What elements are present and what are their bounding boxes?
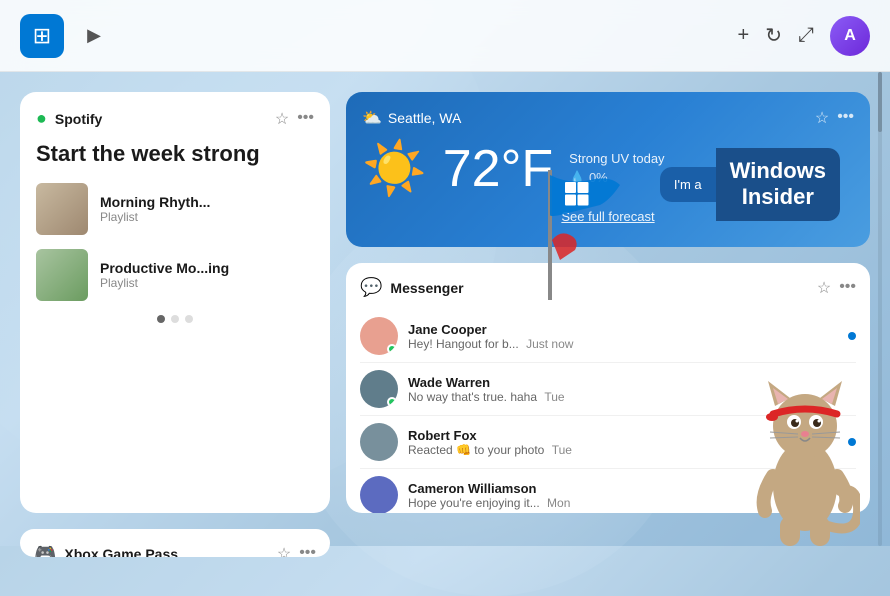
playlist-info-1: Morning Rhyth... Playlist: [100, 194, 210, 224]
spotify-pin-icon[interactable]: ☆: [275, 109, 289, 129]
xbox-header: 🎮 Xbox Game Pass ☆ •••: [34, 543, 316, 557]
playlist-thumb-bg-2: [36, 249, 88, 301]
weather-city: Seattle, WA: [388, 110, 461, 126]
spotify-title-row: ● Spotify: [36, 108, 102, 129]
spotify-icon: ●: [36, 108, 47, 129]
xbox-title-row: 🎮 Xbox Game Pass: [34, 543, 178, 557]
spotify-app-name: Spotify: [55, 111, 102, 127]
spotify-carousel-dots: [36, 315, 314, 323]
top-bar-right: + ↻ ⤢ A: [738, 16, 870, 56]
avatar[interactable]: A: [830, 16, 870, 56]
messenger-actions: ☆ •••: [817, 278, 856, 298]
messenger-title: Messenger: [390, 280, 463, 296]
refresh-button[interactable]: ↻: [765, 23, 782, 48]
cat-mascot-container: [750, 326, 860, 546]
playlist-thumb-1: [36, 183, 88, 235]
xbox-widget: 🎮 Xbox Game Pass ☆ ••• Recently added HA…: [20, 529, 330, 557]
xbox-app-name: Xbox Game Pass: [64, 546, 178, 558]
playlist-type-1: Playlist: [100, 210, 210, 224]
dot-3[interactable]: [185, 315, 193, 323]
playlist-item-2[interactable]: Productive Mo...ing Playlist: [36, 249, 314, 301]
contact-avatar-2: [360, 370, 398, 408]
spotify-more-icon[interactable]: •••: [297, 109, 314, 129]
cat-mascot-svg: [750, 326, 860, 546]
im-a-text: I'm a: [660, 167, 716, 202]
playlist-name-1: Morning Rhyth...: [100, 194, 210, 210]
contact-avatar-3: [360, 423, 398, 461]
add-button[interactable]: +: [738, 24, 750, 47]
home-button[interactable]: ⊞: [20, 14, 64, 58]
scrollbar-thumb[interactable]: [878, 72, 882, 132]
messenger-more-icon[interactable]: •••: [839, 278, 856, 298]
playlist-type-2: Playlist: [100, 276, 229, 290]
weather-more-icon[interactable]: •••: [837, 108, 854, 128]
spotify-widget: ● Spotify ☆ ••• Start the week strong Mo…: [20, 92, 330, 513]
scrollbar-track: [878, 72, 882, 546]
messenger-pin-icon[interactable]: ☆: [817, 278, 831, 298]
windows-insider-box: Windows Insider: [716, 148, 840, 221]
messenger-title-row: 💬 Messenger: [360, 277, 464, 298]
location-icon: ⛅: [362, 108, 382, 128]
weather-actions: ☆ •••: [815, 108, 854, 128]
weather-sun-icon: ☀️: [362, 138, 427, 199]
insider-badge: I'm a Windows Insider: [660, 148, 840, 221]
weather-header: ⛅ Seattle, WA ☆ •••: [362, 108, 854, 128]
playlist-thumb-2: [36, 249, 88, 301]
avatar-initial: A: [844, 27, 856, 45]
contact-avatar-4: [360, 476, 398, 513]
top-bar: ⊞ ▶ + ↻ ⤢ A: [0, 0, 890, 72]
windows-flag-svg: [490, 160, 630, 300]
online-indicator-2: [387, 397, 397, 407]
windows-flag-overlay: [490, 160, 630, 305]
windows-insider-title-2: Insider: [730, 184, 826, 210]
dot-2[interactable]: [171, 315, 179, 323]
spotify-header: ● Spotify ☆ •••: [36, 108, 314, 129]
expand-button[interactable]: ⤢: [798, 24, 814, 47]
online-indicator-1: [387, 344, 397, 354]
playlist-thumb-bg-1: [36, 183, 88, 235]
weather-pin-icon[interactable]: ☆: [815, 108, 829, 128]
home-icon: ⊞: [33, 23, 51, 49]
playlist-item-1[interactable]: Morning Rhyth... Playlist: [36, 183, 314, 235]
messenger-icon: 💬: [360, 277, 382, 298]
xbox-icon: 🎮: [34, 543, 56, 557]
windows-insider-title-1: Windows: [730, 158, 826, 184]
media-icon: ▶: [87, 25, 101, 46]
media-button[interactable]: ▶: [74, 16, 114, 56]
dot-1[interactable]: [157, 315, 165, 323]
spotify-headline: Start the week strong: [36, 141, 314, 167]
playlist-info-2: Productive Mo...ing Playlist: [100, 260, 229, 290]
playlist-name-2: Productive Mo...ing: [100, 260, 229, 276]
spotify-actions: ☆ •••: [275, 109, 314, 129]
contact-avatar-1: [360, 317, 398, 355]
weather-location: ⛅ Seattle, WA: [362, 108, 461, 128]
